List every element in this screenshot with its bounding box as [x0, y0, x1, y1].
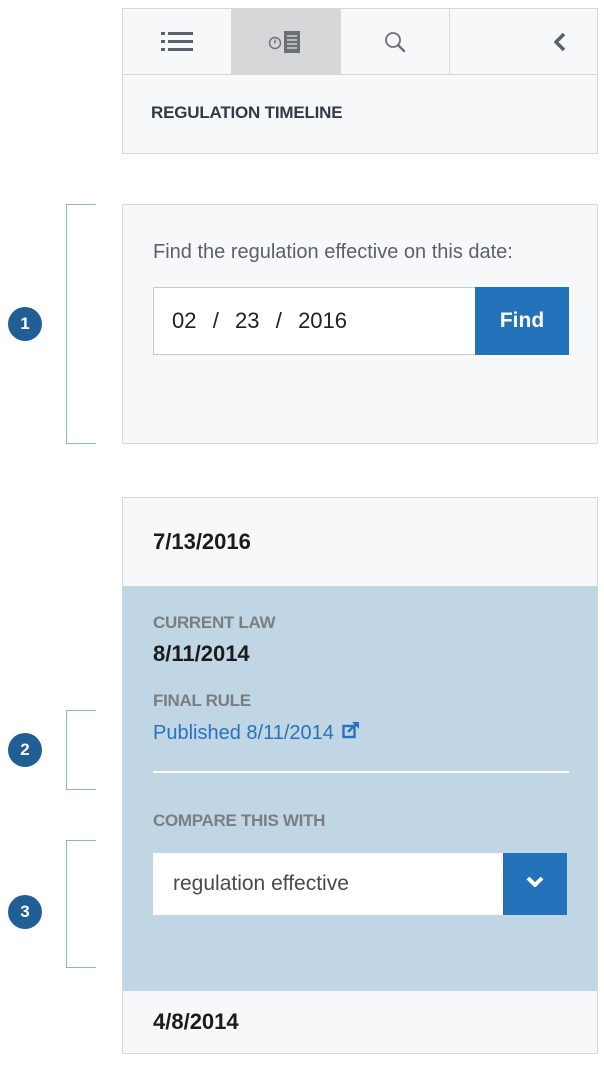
compare-select-toggle[interactable] — [503, 853, 567, 915]
find-date-form: 02 / 23 / 2016 Find — [153, 287, 569, 355]
find-date-label: Find the regulation effective on this da… — [153, 241, 513, 263]
current-law-label: CURRENT LAW — [153, 613, 276, 632]
final-rule-label: FINAL RULE — [153, 691, 251, 710]
collapse-sidebar-button[interactable] — [450, 9, 597, 74]
tab-search[interactable] — [341, 9, 450, 74]
callout-bracket-3 — [66, 840, 96, 968]
section-divider — [153, 771, 569, 773]
callout-bracket-1 — [66, 204, 96, 444]
compare-select-value[interactable]: regulation effective — [153, 853, 503, 915]
timeline-item-date[interactable]: 7/13/2016 — [123, 498, 597, 586]
tab-table-of-contents[interactable] — [123, 9, 232, 74]
tab-timeline[interactable] — [232, 9, 341, 74]
callout-bracket-2 — [66, 710, 96, 790]
clock-document-icon — [268, 29, 304, 55]
timeline-list: 7/13/2016 CURRENT LAW 8/11/2014 FINAL RU… — [122, 497, 598, 1054]
search-icon — [383, 30, 407, 54]
timeline-current-item: CURRENT LAW 8/11/2014 FINAL RULE Publish… — [123, 586, 597, 991]
find-button[interactable]: Find — [475, 287, 569, 355]
compare-label: COMPARE THIS WITH — [153, 811, 326, 830]
callout-badge-3: 3 — [8, 895, 42, 929]
chevron-down-icon — [525, 875, 545, 894]
callout-badge-2: 2 — [8, 733, 42, 767]
panel-title: REGULATION TIMELINE — [151, 103, 343, 122]
callout-badge-1: 1 — [8, 307, 42, 341]
chevron-left-icon — [553, 32, 567, 52]
sidebar-tabs — [123, 9, 597, 75]
external-link-icon — [342, 721, 360, 745]
final-rule-link-text: Published 8/11/2014 — [153, 721, 334, 744]
sidebar-header-card: REGULATION TIMELINE — [122, 8, 598, 154]
find-by-date-card: Find the regulation effective on this da… — [122, 204, 598, 444]
timeline-item-date[interactable]: 4/8/2014 — [123, 991, 597, 1053]
final-rule-link[interactable]: Published 8/11/2014 — [153, 721, 360, 745]
compare-select[interactable]: regulation effective — [153, 853, 567, 915]
current-law-date: 8/11/2014 — [153, 641, 250, 666]
date-input[interactable]: 02 / 23 / 2016 — [153, 287, 475, 355]
list-icon — [161, 31, 193, 53]
